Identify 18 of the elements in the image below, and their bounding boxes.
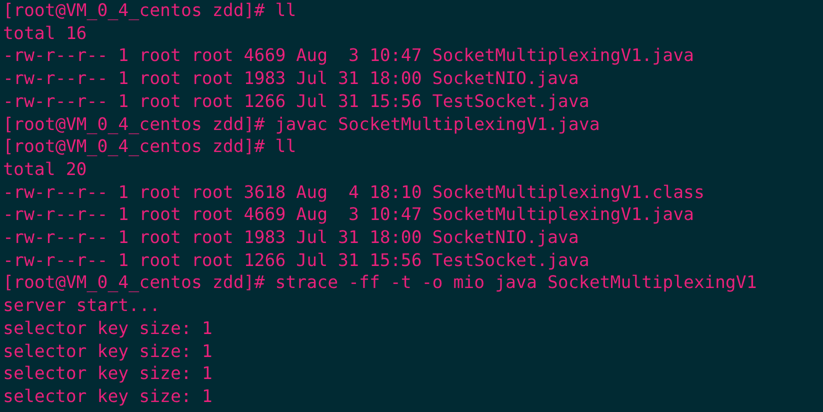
terminal-line: -rw-r--r-- 1 root root 4669 Aug 3 10:47 SocketMultiplexingV1.java xyxy=(3,45,694,68)
terminal-line: total 16 xyxy=(3,22,87,46)
terminal-line: [root@VM_0_4_centos zdd]# ll xyxy=(3,136,296,159)
terminal-line: total 20 xyxy=(3,158,87,182)
terminal-line: [root@VM_0_4_centos zdd]# ll xyxy=(3,0,296,23)
terminal-line: -rw-r--r-- 1 root root 1983 Jul 31 18:00 SocketNIO.java xyxy=(3,227,579,250)
terminal-line: -rw-r--r-- 1 root root 1266 Jul 31 15:56 TestSocket.java xyxy=(3,90,590,114)
terminal-line: -rw-r--r-- 1 root root 1983 Jul 31 18:00 SocketNIO.java xyxy=(3,68,579,91)
terminal-line: selector key size: 1 xyxy=(3,386,212,409)
terminal-line: -rw-r--r-- 1 root root 1266 Jul 31 15:56 TestSocket.java xyxy=(3,250,590,272)
terminal-line: selector key size: 1 xyxy=(3,318,212,341)
terminal-line: -rw-r--r-- 1 root root 4669 Aug 3 10:47 SocketMultiplexingV1.java xyxy=(3,204,694,228)
terminal-line: [root@VM_0_4_centos zdd]# strace -ff -t -o mio java SocketMultiplexingV1 xyxy=(3,272,757,296)
terminal-line: selector key size: 1 xyxy=(3,340,212,364)
terminal-line: -rw-r--r-- 1 root root 3618 Aug 4 18:10 SocketMultiplexingV1.class xyxy=(3,182,704,204)
terminal-line: selector key size: 1 xyxy=(3,363,212,386)
terminal-line: server start... xyxy=(3,295,160,318)
terminal-line: [root@VM_0_4_centos zdd]# javac SocketMultiplexingV1.java xyxy=(3,114,600,136)
